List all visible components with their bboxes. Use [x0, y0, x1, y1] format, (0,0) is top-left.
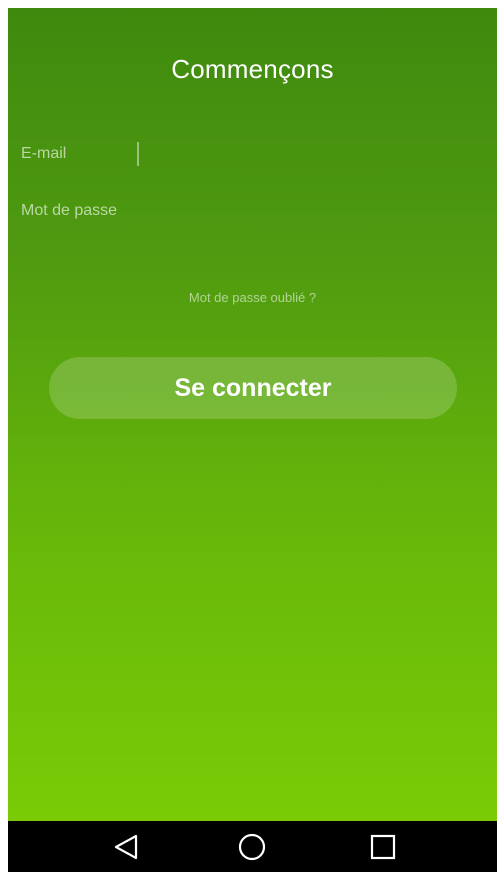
email-field[interactable] [141, 140, 485, 170]
text-cursor [137, 142, 139, 166]
login-button-label: Se connecter [174, 373, 332, 402]
recents-square-icon [370, 834, 396, 859]
recents-button[interactable] [353, 821, 413, 872]
back-triangle-icon [114, 834, 138, 859]
home-circle-icon [238, 833, 266, 860]
back-button[interactable] [96, 821, 156, 872]
password-field[interactable] [141, 197, 485, 227]
page-title: Commençons [171, 54, 334, 84]
android-navigation-bar [8, 821, 497, 872]
login-button[interactable]: Se connecter [49, 357, 457, 419]
password-label: Mot de passe [21, 202, 118, 219]
home-button[interactable] [222, 821, 282, 872]
login-screen: Commençons E-mail Mot de passe Mot de pa… [8, 8, 497, 821]
forgot-password-link[interactable]: Mot de passe oublié ? [8, 290, 497, 305]
email-label: E-mail [21, 145, 67, 162]
